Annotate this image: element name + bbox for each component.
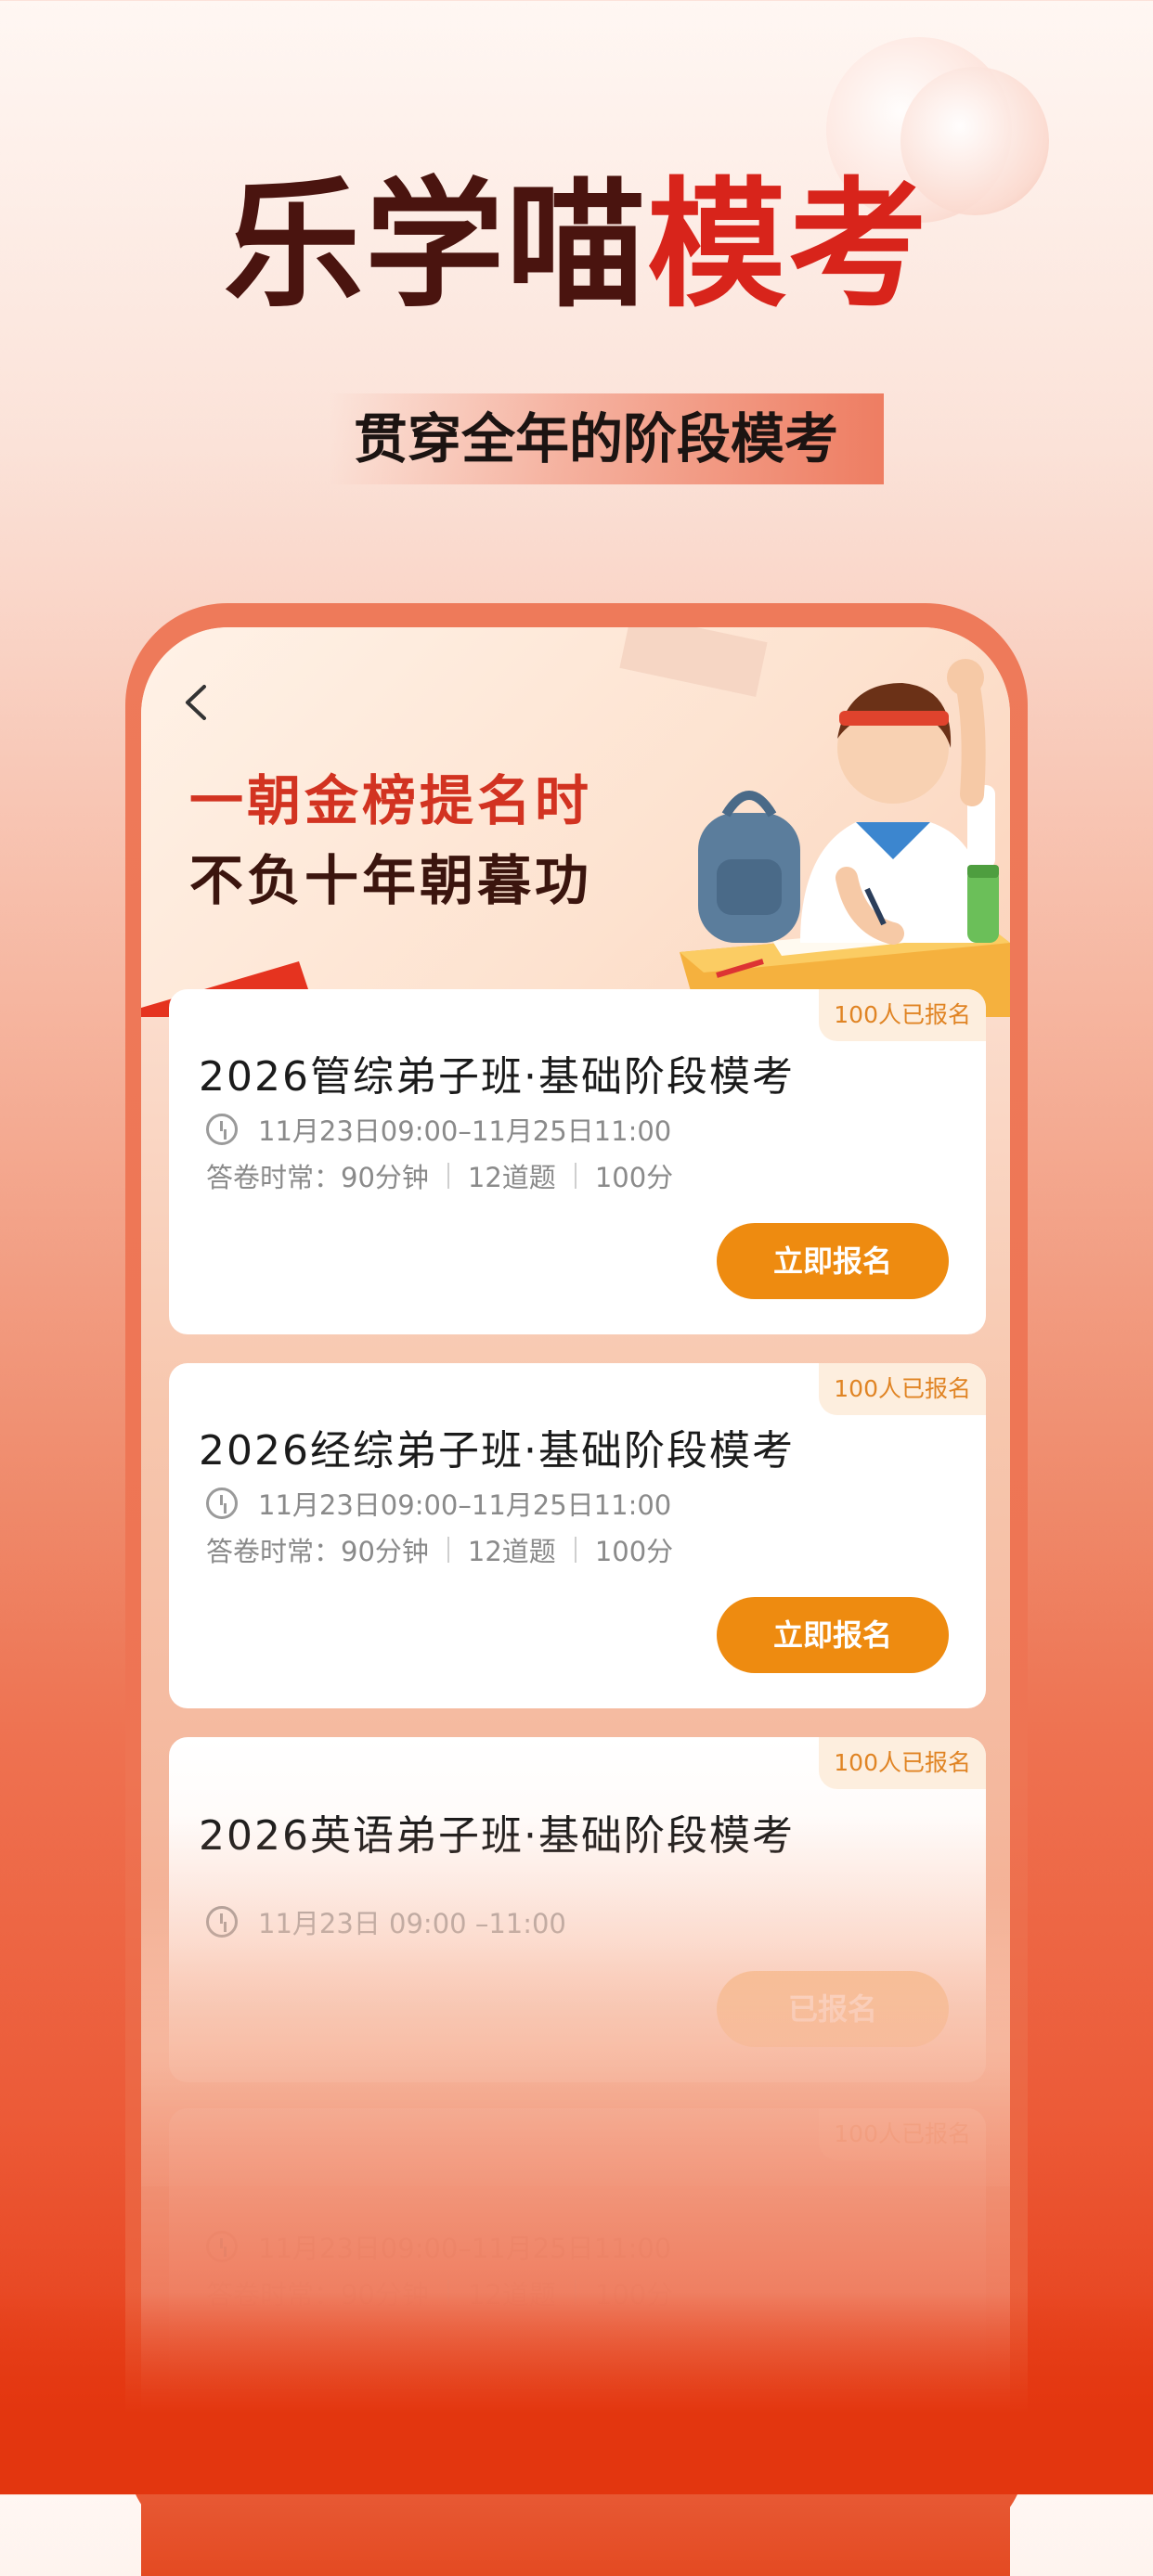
exam-time-row: 11月23日09:00–11月25日11:00: [206, 1484, 671, 1523]
divider: [574, 1163, 576, 1189]
chevron-left-icon[interactable]: [178, 679, 215, 726]
banner-slogan-line1: 一朝金榜提名时: [189, 769, 593, 832]
exam-time: 11月23日09:00–11月25日11:00: [258, 1489, 672, 1521]
exam-time-row: 11月23日09:00–11月25日11:00: [206, 1110, 671, 1149]
divider: [447, 1163, 449, 1189]
bottom-gradient: [0, 2292, 1153, 2494]
exam-duration: 答卷时常：90分钟: [206, 1162, 429, 1193]
exam-card: 100人已报名 2026经综弟子班·基础阶段模考 11月23日09:00–11月…: [169, 1363, 986, 1708]
hero-title-highlight: 模考: [647, 165, 930, 327]
exam-score: 100分: [594, 1162, 674, 1193]
exam-score: 100分: [594, 1536, 674, 1567]
exam-time: 11月23日09:00–11月25日11:00: [258, 1115, 672, 1147]
hero-title-brand: 乐学喵: [223, 165, 647, 327]
registration-count-badge: 100人已报名: [819, 1737, 986, 1789]
divider: [447, 1537, 449, 1563]
exam-info-row: 答卷时常：90分钟 12道题 100分: [206, 1156, 673, 1195]
divider: [574, 1537, 576, 1563]
exam-title: 2026经综弟子班·基础阶段模考: [199, 1427, 795, 1475]
exam-time-row: 11月23日09:00–11月25日11:00: [206, 2227, 671, 2266]
registration-count-badge: 100人已报名: [819, 2108, 986, 2160]
clock-icon: [206, 1488, 238, 1519]
exam-title: 2026英语弟子班·基础阶段模考: [199, 1812, 795, 1860]
registration-count-badge: 100人已报名: [819, 989, 986, 1041]
registration-count-badge: 100人已报名: [819, 1363, 986, 1415]
exam-title: 2026管综弟子班·基础阶段模考: [199, 1053, 795, 1101]
register-button[interactable]: 立即报名: [717, 1597, 949, 1673]
student-illustration: [680, 659, 1010, 1017]
exam-questions: 12道题: [467, 1536, 556, 1567]
exam-card: 100人已报名 2026管综弟子班·基础阶段模考 11月23日09:00–11月…: [169, 989, 986, 1334]
hero-subtitle: 贯穿全年的阶段模考: [353, 407, 838, 470]
exam-info-row: 答卷时常：90分钟 12道题 100分: [206, 1530, 673, 1569]
clock-icon: [206, 1906, 238, 1938]
registered-button[interactable]: 已报名: [717, 1971, 949, 2047]
phone-screen: 一朝金榜提名时 不负十年朝暮功 100人已报名 2026管综弟子班·基础阶段模考…: [141, 627, 1010, 2576]
banner-slogan-line2: 不负十年朝暮功: [189, 849, 593, 912]
exam-card: 100人已报名 2026英语弟子班·基础阶段模考 11月23日 09:00 –1…: [169, 1737, 986, 2082]
clock-icon: [206, 2231, 238, 2262]
subtitle-banner: 贯穿全年的阶段模考: [299, 393, 884, 484]
banner: 一朝金榜提名时 不负十年朝暮功: [141, 627, 1010, 1017]
hero-title: 乐学喵模考: [0, 176, 1153, 316]
exam-time: 11月23日09:00–11月25日11:00: [258, 2233, 672, 2264]
exam-duration: 答卷时常：90分钟: [206, 1536, 429, 1567]
exam-time-row: 11月23日 09:00 –11:00: [206, 1902, 566, 1941]
clock-icon: [206, 1114, 238, 1145]
register-button[interactable]: 立即报名: [717, 1223, 949, 1299]
exam-time: 11月23日 09:00 –11:00: [258, 1908, 566, 1939]
exam-questions: 12道题: [467, 1162, 556, 1193]
